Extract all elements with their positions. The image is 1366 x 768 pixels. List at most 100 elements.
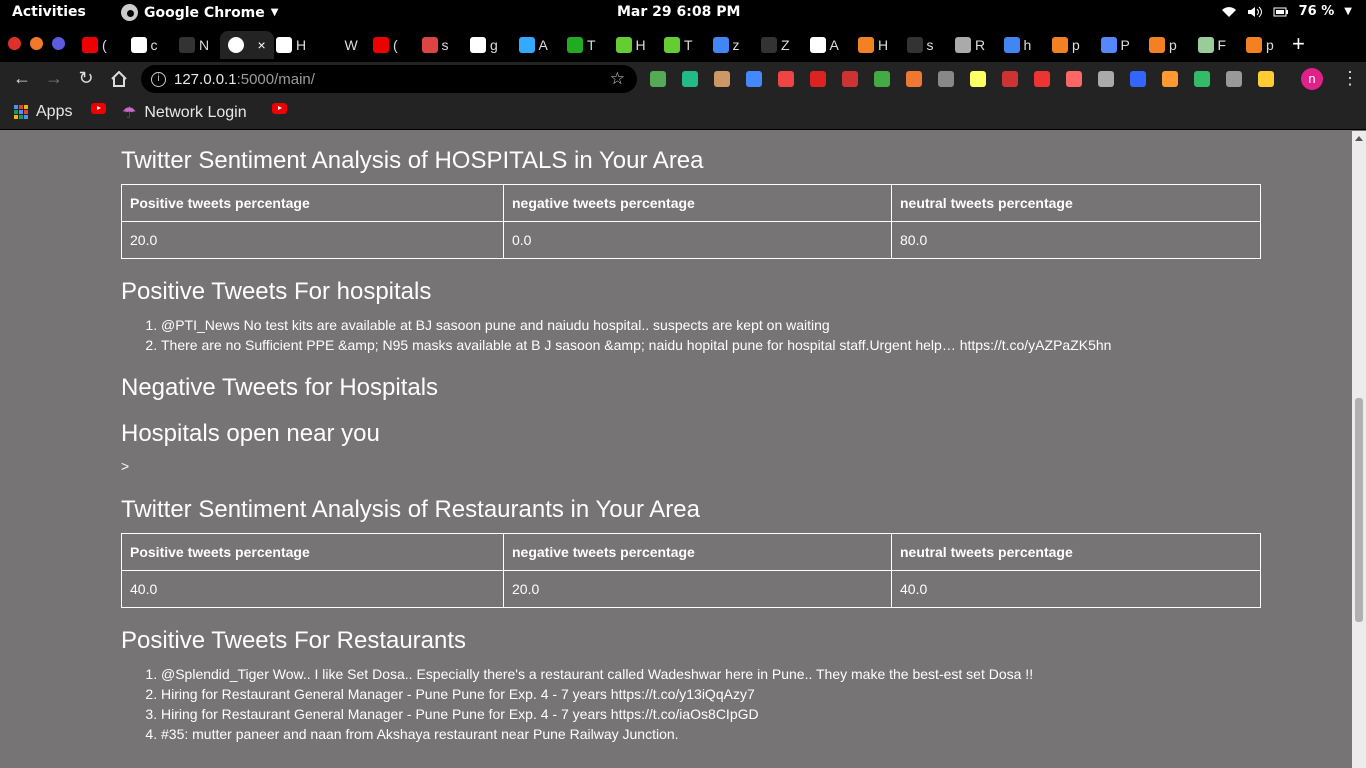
back-button[interactable]: ← [11, 68, 33, 89]
extension-icon[interactable] [1226, 71, 1242, 87]
table-header: neutral tweets percentage [891, 533, 1261, 571]
tab-favicon-icon [324, 37, 341, 53]
scroll-up-arrow-icon[interactable] [1355, 136, 1363, 141]
browser-tab[interactable]: × [219, 31, 274, 59]
extension-icon[interactable] [682, 71, 698, 87]
browser-tab[interactable]: T [567, 31, 596, 59]
app-menu[interactable]: Google Chrome ▼ [121, 4, 278, 21]
chrome-icon [121, 4, 138, 21]
bookmark-apps[interactable]: Apps [14, 103, 72, 121]
forward-button[interactable]: → [43, 68, 65, 89]
extension-icon[interactable] [1258, 71, 1274, 87]
minimize-window-button[interactable] [30, 37, 43, 50]
browser-tab[interactable]: ( [82, 31, 107, 59]
bookmark-youtube-2[interactable] [272, 103, 287, 114]
browser-tab[interactable]: s [906, 31, 934, 59]
browser-tab[interactable]: N [179, 31, 209, 59]
tab-title: ( [393, 37, 398, 53]
browser-tab[interactable]: R [955, 31, 985, 59]
tab-favicon-icon [761, 37, 777, 53]
bookmark-youtube[interactable] [91, 103, 106, 114]
browser-tab[interactable]: c [130, 31, 158, 59]
tab-title: N [199, 37, 210, 53]
profile-avatar[interactable]: n [1301, 68, 1323, 90]
browser-tab[interactable]: H [615, 31, 646, 59]
close-tab-icon[interactable]: × [258, 37, 266, 53]
extension-icon[interactable] [746, 71, 762, 87]
battery-icon [1273, 7, 1288, 16]
reload-button[interactable]: ↻ [75, 68, 97, 89]
tab-title: H [878, 37, 889, 53]
extension-icon[interactable] [1130, 71, 1146, 87]
bookmark-star-icon[interactable]: ☆ [610, 69, 625, 89]
browser-tab[interactable]: W [324, 31, 358, 59]
browser-tab[interactable]: T [664, 31, 693, 59]
extension-icon[interactable] [1034, 71, 1050, 87]
table-header: Positive tweets percentage [121, 533, 504, 571]
list-item: @PTI_News No test kits are available at … [161, 315, 1261, 335]
browser-tab[interactable]: F [1197, 31, 1226, 59]
extension-icon[interactable] [778, 71, 794, 87]
positive-hospitals-title: Positive Tweets For hospitals [121, 278, 432, 305]
browser-tab[interactable]: p [1052, 31, 1080, 59]
activities-button[interactable]: Activities [12, 4, 86, 20]
extension-icon[interactable] [1162, 71, 1178, 87]
browser-tab[interactable]: H [858, 31, 888, 59]
table-row: 40.0 20.0 40.0 [121, 570, 1261, 608]
extension-icon[interactable] [1194, 71, 1210, 87]
browser-tab[interactable]: s [421, 31, 449, 59]
scrollbar-thumb[interactable] [1355, 398, 1363, 622]
bookmark-network-login[interactable]: ☂ Network Login [122, 103, 247, 123]
browser-tab[interactable]: A [518, 31, 548, 59]
browser-tab[interactable]: h [1003, 31, 1031, 59]
extension-icon[interactable] [1002, 71, 1018, 87]
extension-icon[interactable] [1066, 71, 1082, 87]
extension-icon[interactable] [970, 71, 986, 87]
site-info-icon[interactable]: i [151, 71, 166, 87]
browser-tab[interactable]: H [276, 31, 306, 59]
system-top-bar: Activities Google Chrome ▼ Mar 29 6:08 P… [0, 0, 1366, 27]
tab-title: p [1266, 37, 1274, 53]
close-window-button[interactable] [8, 37, 21, 50]
list-item: There are no Sufficient PPE &amp; N95 ma… [161, 335, 1261, 355]
list-item: Hiring for Restaurant General Manager - … [161, 704, 1261, 724]
browser-tab[interactable]: p [1149, 31, 1177, 59]
system-tray[interactable]: 76 % ▼ [1221, 4, 1352, 19]
tab-title: z [732, 37, 740, 53]
table-header: negative tweets percentage [503, 184, 892, 222]
clock[interactable]: Mar 29 6:08 PM [617, 4, 740, 20]
extension-icon[interactable] [1098, 71, 1114, 87]
maximize-window-button[interactable] [52, 37, 65, 50]
extension-icon[interactable] [938, 71, 954, 87]
extension-icon[interactable] [906, 71, 922, 87]
tab-title: A [538, 37, 548, 53]
new-tab-button[interactable]: + [1292, 31, 1305, 57]
extension-icon[interactable] [842, 71, 858, 87]
positive-hospitals-list: @PTI_News No test kits are available at … [121, 315, 1261, 355]
extension-icon[interactable] [810, 71, 826, 87]
extension-icon[interactable] [714, 71, 730, 87]
home-icon[interactable] [108, 71, 130, 87]
address-bar[interactable]: i 127.0.0.1:5000/main/ ☆ [141, 65, 637, 93]
extension-icon[interactable] [874, 71, 890, 87]
tab-favicon-icon [82, 37, 98, 53]
extension-icon[interactable] [650, 71, 666, 87]
browser-tab[interactable]: P [1100, 31, 1130, 59]
page-scrollbar[interactable] [1352, 131, 1366, 768]
menu-icon[interactable]: ⋮ [1341, 68, 1359, 89]
neutral-percentage: 40.0 [891, 570, 1261, 608]
browser-tab[interactable]: A [809, 31, 839, 59]
browser-tab[interactable]: Z [761, 31, 790, 59]
tab-favicon-icon [1003, 37, 1020, 53]
hospitals-analysis-title: Twitter Sentiment Analysis of HOSPITALS … [121, 147, 704, 174]
browser-tab[interactable]: ( [373, 31, 398, 59]
browser-tab[interactable]: z [712, 31, 740, 59]
chevron-down-icon: ▼ [1344, 6, 1352, 17]
tab-favicon-icon [518, 37, 535, 53]
tab-title: T [684, 37, 693, 53]
browser-tab[interactable]: p [1246, 31, 1274, 59]
tab-title: P [1120, 37, 1130, 53]
browser-tab[interactable]: g [470, 31, 498, 59]
apps-grid-icon [14, 105, 28, 119]
browser-toolbar: ← → ↻ i 127.0.0.1:5000/main/ ☆ n ⋮ [0, 62, 1366, 96]
